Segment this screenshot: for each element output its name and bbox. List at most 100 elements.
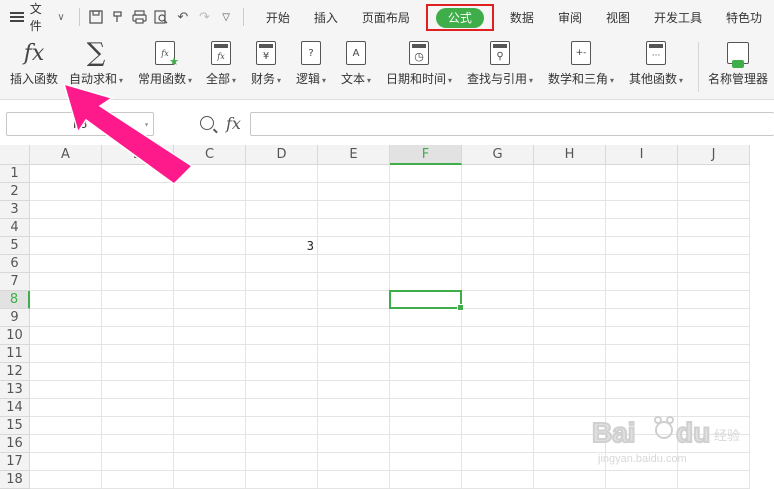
cell-j17[interactable]: [678, 453, 750, 471]
row-header-18[interactable]: 18: [0, 471, 30, 489]
cell-h5[interactable]: [534, 237, 606, 255]
row-header-11[interactable]: 11: [0, 345, 30, 363]
cell-e12[interactable]: [318, 363, 390, 381]
cell-c14[interactable]: [174, 399, 246, 417]
cell-a18[interactable]: [30, 471, 102, 489]
cell-f4[interactable]: [390, 219, 462, 237]
cell-h3[interactable]: [534, 201, 606, 219]
cell-f12[interactable]: [390, 363, 462, 381]
cell-a1[interactable]: [30, 165, 102, 183]
cell-b17[interactable]: [102, 453, 174, 471]
cell-g3[interactable]: [462, 201, 534, 219]
tab-home[interactable]: 开始: [254, 0, 302, 34]
cell-b4[interactable]: [102, 219, 174, 237]
cell-c7[interactable]: [174, 273, 246, 291]
cell-i18[interactable]: [606, 471, 678, 489]
cell-b11[interactable]: [102, 345, 174, 363]
chevron-down-icon[interactable]: ▾: [144, 120, 149, 129]
cell-i8[interactable]: [606, 291, 678, 309]
cell-i6[interactable]: [606, 255, 678, 273]
tab-page-layout[interactable]: 页面布局: [350, 0, 422, 34]
cell-f15[interactable]: [390, 417, 462, 435]
cell-g12[interactable]: [462, 363, 534, 381]
cell-c13[interactable]: [174, 381, 246, 399]
cell-a17[interactable]: [30, 453, 102, 471]
cell-f3[interactable]: [390, 201, 462, 219]
cell-d7[interactable]: [246, 273, 318, 291]
undo-icon[interactable]: ↶: [172, 6, 194, 28]
cell-f17[interactable]: [390, 453, 462, 471]
column-header-a[interactable]: A: [30, 145, 102, 165]
cell-d18[interactable]: [246, 471, 318, 489]
print-icon[interactable]: [129, 6, 151, 28]
cell-h18[interactable]: [534, 471, 606, 489]
cell-h10[interactable]: [534, 327, 606, 345]
cell-d9[interactable]: [246, 309, 318, 327]
cell-b9[interactable]: [102, 309, 174, 327]
cell-h4[interactable]: [534, 219, 606, 237]
tab-insert[interactable]: 插入: [302, 0, 350, 34]
cell-i11[interactable]: [606, 345, 678, 363]
cell-i17[interactable]: [606, 453, 678, 471]
cell-a7[interactable]: [30, 273, 102, 291]
cell-g7[interactable]: [462, 273, 534, 291]
row-header-9[interactable]: 9: [0, 309, 30, 327]
cell-h11[interactable]: [534, 345, 606, 363]
cell-f6[interactable]: [390, 255, 462, 273]
cell-h9[interactable]: [534, 309, 606, 327]
cell-i1[interactable]: [606, 165, 678, 183]
cell-i7[interactable]: [606, 273, 678, 291]
cell-b3[interactable]: [102, 201, 174, 219]
cell-i16[interactable]: [606, 435, 678, 453]
cell-c10[interactable]: [174, 327, 246, 345]
row-header-3[interactable]: 3: [0, 201, 30, 219]
cell-g1[interactable]: [462, 165, 534, 183]
spreadsheet-grid[interactable]: A B C D E F G H I J 1 2 3 4 5 6 7 8 9 10 11 12 13 14 15 16 17 18 3: [0, 145, 774, 489]
column-header-c[interactable]: C: [174, 145, 246, 165]
cell-e4[interactable]: [318, 219, 390, 237]
column-header-h[interactable]: H: [534, 145, 606, 165]
row-header-16[interactable]: 16: [0, 435, 30, 453]
cell-j6[interactable]: [678, 255, 750, 273]
column-header-e[interactable]: E: [318, 145, 390, 165]
row-header-17[interactable]: 17: [0, 453, 30, 471]
cell-e7[interactable]: [318, 273, 390, 291]
cell-a12[interactable]: [30, 363, 102, 381]
cell-a3[interactable]: [30, 201, 102, 219]
cell-a14[interactable]: [30, 399, 102, 417]
print-preview-icon[interactable]: [150, 6, 172, 28]
cell-d11[interactable]: [246, 345, 318, 363]
cell-j16[interactable]: [678, 435, 750, 453]
tab-data[interactable]: 数据: [498, 0, 546, 34]
cell-c8[interactable]: [174, 291, 246, 309]
cell-a8[interactable]: [30, 291, 102, 309]
cell-h17[interactable]: [534, 453, 606, 471]
cell-c2[interactable]: [174, 183, 246, 201]
cell-j14[interactable]: [678, 399, 750, 417]
cell-j10[interactable]: [678, 327, 750, 345]
cell-a5[interactable]: [30, 237, 102, 255]
autosum-button[interactable]: ∑ 自动求和 ▾: [69, 38, 123, 87]
cell-c6[interactable]: [174, 255, 246, 273]
cell-c1[interactable]: [174, 165, 246, 183]
common-functions-button[interactable]: fx ★ 常用函数 ▾: [138, 38, 192, 87]
cell-h2[interactable]: [534, 183, 606, 201]
cell-h6[interactable]: [534, 255, 606, 273]
name-manager-button[interactable]: 名称管理器: [708, 38, 768, 87]
cell-h8[interactable]: [534, 291, 606, 309]
cell-f9[interactable]: [390, 309, 462, 327]
row-header-14[interactable]: 14: [0, 399, 30, 417]
formula-input[interactable]: [250, 112, 774, 136]
cell-d17[interactable]: [246, 453, 318, 471]
cell-g5[interactable]: [462, 237, 534, 255]
cell-h1[interactable]: [534, 165, 606, 183]
cell-c18[interactable]: [174, 471, 246, 489]
name-box[interactable]: F8 ▾: [6, 112, 154, 136]
cell-d12[interactable]: [246, 363, 318, 381]
cell-f11[interactable]: [390, 345, 462, 363]
save-icon[interactable]: [86, 6, 108, 28]
row-header-4[interactable]: 4: [0, 219, 30, 237]
math-trig-button[interactable]: +- 数学和三角 ▾: [548, 38, 614, 87]
chevron-down-icon[interactable]: ∨: [57, 12, 64, 23]
tab-formulas[interactable]: 公式: [435, 7, 484, 28]
